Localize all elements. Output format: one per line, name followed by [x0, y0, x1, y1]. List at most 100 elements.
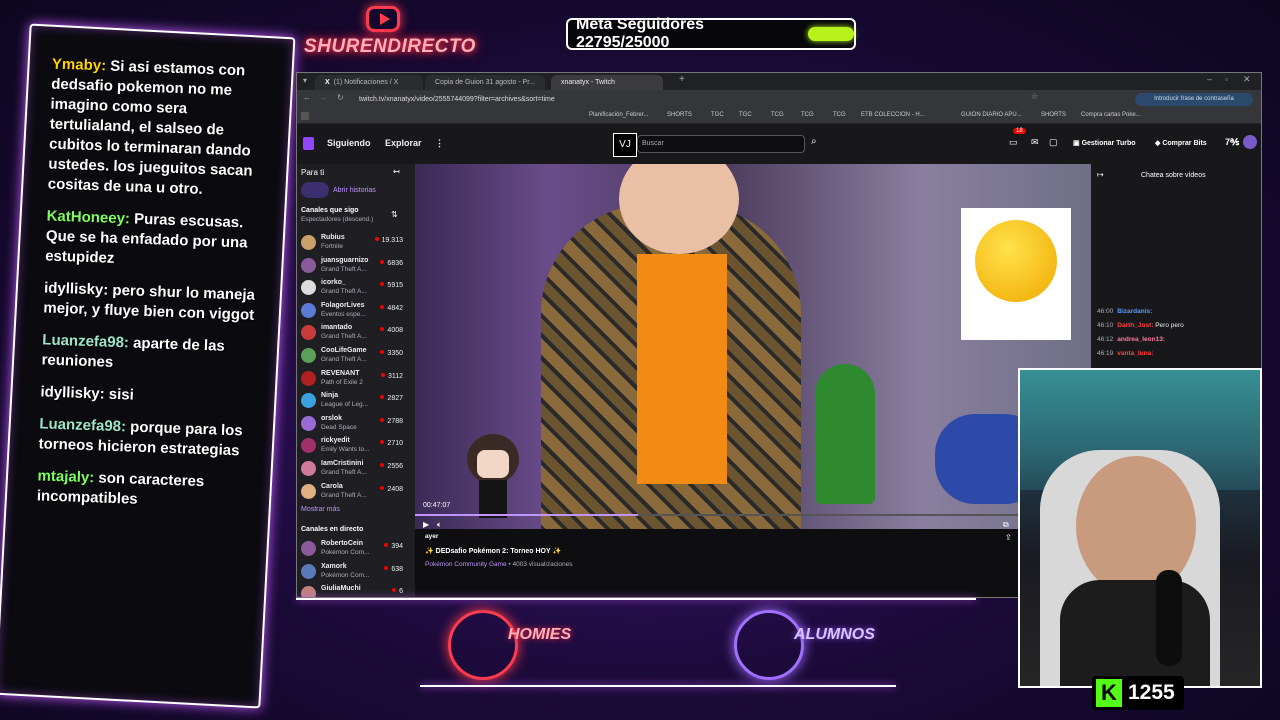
volume-icon[interactable]: 🔈︎	[437, 520, 442, 529]
channel-viewers: 394	[384, 543, 403, 550]
channel-name: GiuliaMuchi	[321, 585, 361, 593]
video-progress-track[interactable]	[415, 514, 1091, 516]
channel-viewers: 4008	[380, 327, 403, 334]
chat-replay-user[interactable]: Bizardanis:	[1117, 308, 1152, 315]
channel-viewers: 19.313	[375, 237, 403, 244]
vj-logo-icon: VJ	[613, 133, 637, 157]
clip-icon[interactable]: ⧉	[1003, 520, 1009, 529]
show-more-link[interactable]: Mostrar más	[301, 506, 340, 513]
chat-message: idyllisky: pero shur lo maneja mejor, y …	[43, 278, 266, 326]
bookmark-item[interactable]: TCG	[833, 112, 846, 118]
tab-menu-icon[interactable]: ▾	[303, 76, 307, 85]
sidebar-channel-item[interactable]: imantado Grand Theft A... 4008	[301, 322, 413, 344]
reload-icon[interactable]: ↻	[337, 93, 344, 102]
video-timestamp: 00:47:07	[423, 502, 451, 509]
search-icon[interactable]: ⌕	[811, 136, 817, 147]
tab-twitch[interactable]: xnanatyx - Twitch	[551, 75, 663, 90]
maximize-button[interactable]: ▫	[1225, 75, 1228, 84]
new-tab-button[interactable]: +	[679, 74, 685, 85]
sidebar-channel-item[interactable]: rickyedit Emily Wants to... 2710	[301, 435, 413, 457]
password-prompt-chip[interactable]: Introducir frase de contraseña	[1135, 93, 1253, 106]
chat-overlay-panel: Ymaby: Si asi estamos con dedsafio pokem…	[0, 23, 296, 709]
whispers-icon[interactable]: ✉	[1031, 137, 1039, 148]
bookmark-item[interactable]: ETB COLECCION - H...	[861, 112, 925, 118]
sidebar-channel-item[interactable]: RobertoCein Pokémon Com... 394	[301, 538, 413, 560]
channel-name: imantado	[321, 324, 353, 332]
close-window-button[interactable]: ✕	[1243, 74, 1251, 85]
nav-following[interactable]: Siguiendo	[327, 138, 371, 148]
channel-viewers: 2710	[380, 440, 403, 447]
sidebar-channel-item[interactable]: juansguarnizo Grand Theft A... 6836	[301, 255, 413, 277]
sidebar-channel-item[interactable]: icorko_ Grand Theft A... 5915	[301, 277, 413, 299]
avatar	[301, 235, 316, 250]
video-player[interactable]: 00:47:07 ▶ 🔈︎ ⧉	[415, 164, 1091, 529]
sidebar-channel-item[interactable]: Ninja League of Leg... 2827	[301, 390, 413, 412]
chat-text: Si asi estamos con dedsafio pokemon no m…	[47, 57, 253, 198]
chat-replay-user[interactable]: vanta_luna:	[1117, 350, 1153, 357]
stories-avatars[interactable]	[301, 182, 329, 198]
sidebar-channel-item[interactable]: CooLifeGame Grand Theft A... 3350	[301, 345, 413, 367]
nav-explore[interactable]: Explorar	[385, 138, 422, 148]
video-title: ✨ DEDsafio Pokémon 2: Torneo HOY ✨	[425, 548, 562, 555]
apps-grid-icon[interactable]	[301, 112, 309, 120]
collapse-sidebar-icon[interactable]: ↤	[393, 167, 400, 176]
manage-turbo-button[interactable]: ▣ Gestionar Turbo	[1073, 139, 1136, 147]
bookmark-item[interactable]: GUION DIARIO APU...	[961, 112, 1022, 118]
sidebar-channel-item[interactable]: REVENANT Path of Exile 2 3112	[301, 368, 413, 390]
chat-replay-line: 46:10 Darth_Jost: Pero pero	[1097, 322, 1184, 329]
chat-replay-line: 46:19 vanta_luna:	[1097, 350, 1153, 357]
twitch-logo-icon[interactable]	[303, 137, 314, 150]
more-menu-icon[interactable]: ⋮	[435, 138, 444, 149]
sort-icon[interactable]: ⇅	[391, 210, 398, 219]
open-stories-link[interactable]: Abrir historias	[333, 187, 376, 194]
avatar[interactable]	[1243, 135, 1257, 149]
sidebar-channel-item[interactable]: GiuliaMuchi 6	[301, 583, 413, 597]
channel-name: Carola	[321, 482, 343, 490]
forward-icon[interactable]: →	[319, 93, 327, 102]
bookmark-item[interactable]: TGC	[739, 112, 752, 118]
channel-viewers: 3350	[380, 350, 403, 357]
tab-notifications[interactable]: X (1) Notificaciones / X	[315, 75, 423, 90]
channel-name: orslok	[321, 414, 343, 422]
channel-viewers: 2408	[380, 486, 403, 493]
chat-replay-user[interactable]: Darth_Jost:	[1117, 322, 1153, 329]
collapse-chat-icon[interactable]: ↦	[1097, 170, 1104, 179]
play-button[interactable]: ▶	[423, 520, 429, 529]
chat-replay-user[interactable]: andrea_leon13:	[1117, 336, 1165, 343]
buy-bits-button[interactable]: ◆ Comprar Bits	[1155, 139, 1207, 147]
channel-viewers: 2556	[380, 463, 403, 470]
video-progress-fill	[415, 514, 639, 516]
chat-username: idyllisky:	[40, 383, 105, 403]
sidebar-channel-item[interactable]: orslok Dead Space 2788	[301, 413, 413, 435]
tab-google-doc[interactable]: Copia de Guion 31 agosto - Pr...	[425, 75, 545, 90]
sidebar-channel-item[interactable]: Carola Grand Theft A... 2408	[301, 481, 413, 503]
bookmark-item[interactable]: Planificación_Febrer...	[589, 112, 648, 118]
bookmark-item[interactable]: SHORTS	[667, 112, 692, 118]
channel-name: Xamork	[321, 562, 347, 570]
video-game-link[interactable]: Pokémon Community Game	[425, 561, 507, 568]
sidebar-channel-item[interactable]: Xamork Pokémon Com... 638	[301, 561, 413, 583]
bookmark-item[interactable]: TCG	[801, 112, 814, 118]
minimize-button[interactable]: –	[1207, 74, 1212, 84]
avatar	[301, 257, 316, 273]
chat-replay-text: Pero pero	[1153, 322, 1184, 329]
bookmarks-bar: Planificación_Febrer... SHORTS TGC TGC T…	[297, 109, 1261, 124]
url-field[interactable]: twitch.tv/xnanatyx/video/2555744099?filt…	[359, 93, 1099, 106]
bookmark-item[interactable]: TCG	[771, 112, 784, 118]
share-icon[interactable]: ⇪	[1005, 533, 1012, 542]
bookmark-star-icon[interactable]: ☆	[1031, 92, 1038, 101]
chat-message: idyllisky: sisi	[40, 382, 263, 410]
back-icon[interactable]: ←	[303, 93, 311, 102]
bookmark-item[interactable]: TGC	[711, 112, 724, 118]
inbox-icon[interactable]: ▭	[1009, 137, 1018, 148]
bookmark-item[interactable]: Compra cartas Poke...	[1081, 112, 1141, 118]
bookmark-item[interactable]: SHORTS	[1041, 112, 1066, 118]
chat-bubble-icon[interactable]: ▢	[1049, 137, 1058, 148]
extension-icon[interactable]: 7℁	[1225, 137, 1239, 148]
sidebar-channel-item[interactable]: Rubius Fortnite 19.313	[301, 232, 413, 254]
sidebar-channel-item[interactable]: FolagorLives Eventos espe... 4842	[301, 300, 413, 322]
search-input[interactable]: Buscar	[637, 135, 805, 153]
avatar	[301, 325, 316, 341]
sidebar-channel-item[interactable]: IamCristinini Grand Theft A... 2556	[301, 458, 413, 480]
twitch-top-nav: Siguiendo Explorar ⋮ VJ Buscar ⌕ ▭ 18 ✉ …	[297, 124, 1261, 165]
